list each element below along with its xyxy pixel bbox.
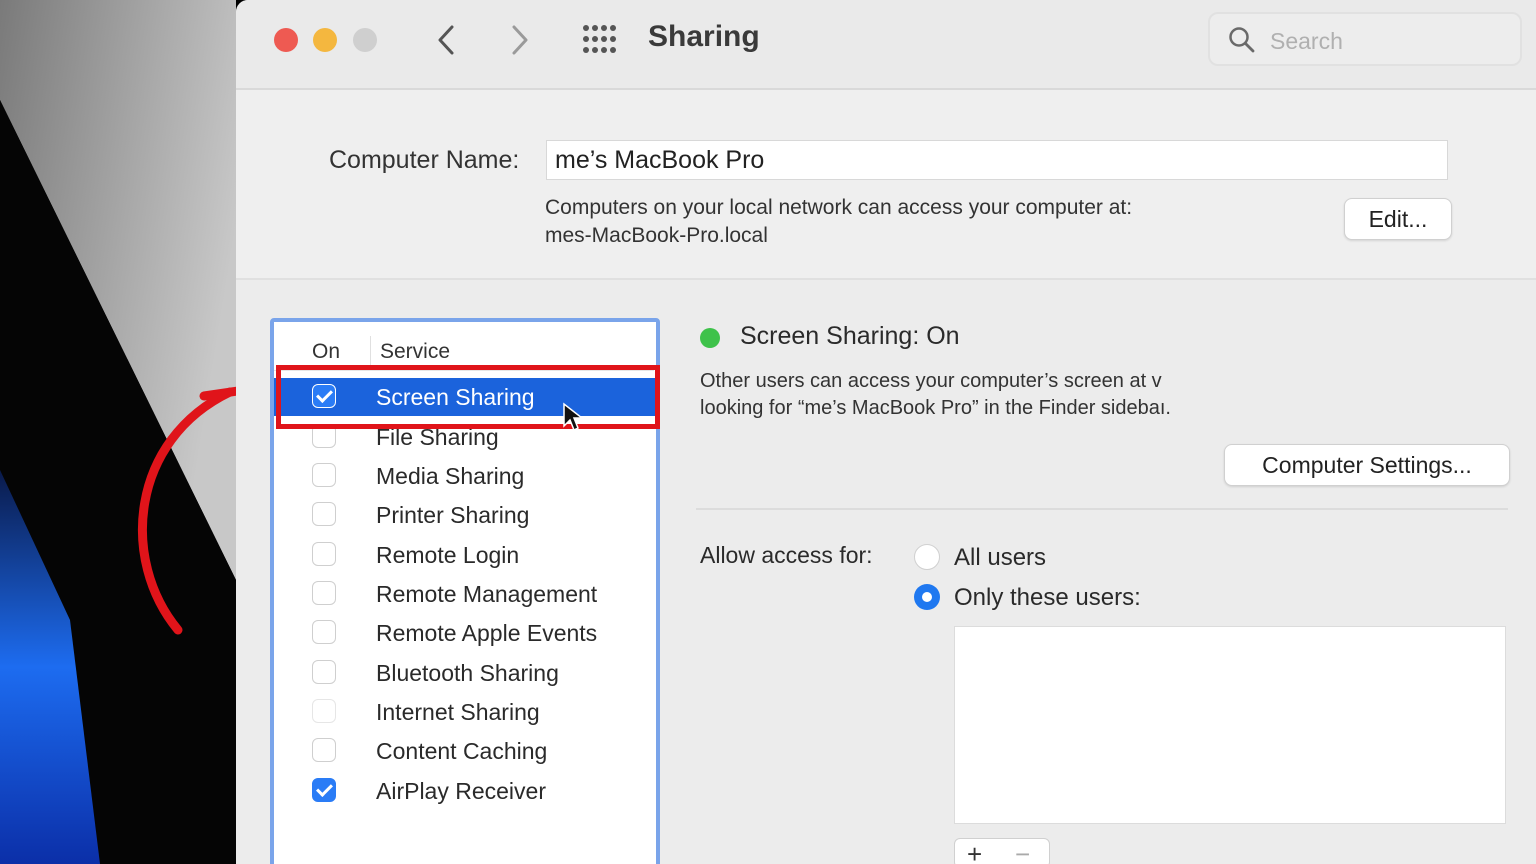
- remote-login-checkbox[interactable]: [312, 542, 336, 566]
- content-caching-checkbox[interactable]: [312, 738, 336, 762]
- search-field[interactable]: [1208, 12, 1522, 66]
- column-separator: [370, 336, 371, 368]
- service-row-internet-sharing[interactable]: Internet Sharing: [274, 693, 656, 731]
- computer-name-description: Computers on your local network can acce…: [545, 194, 1132, 250]
- service-row-content-caching[interactable]: Content Caching: [274, 732, 656, 770]
- media-sharing-checkbox[interactable]: [312, 463, 336, 487]
- printer-sharing-checkbox[interactable]: [312, 502, 336, 526]
- user-list-controls: + −: [954, 838, 1050, 864]
- all-users-radio[interactable]: [914, 544, 940, 570]
- window-title: Sharing: [648, 20, 760, 53]
- service-row-remote-apple-events[interactable]: Remote Apple Events: [274, 614, 656, 652]
- status-description-line-2: looking for “me’s MacBook Pro” in the Fi…: [700, 397, 1171, 419]
- service-row-remote-management[interactable]: Remote Management: [274, 575, 656, 613]
- remote-apple-events-checkbox[interactable]: [312, 620, 336, 644]
- service-label: Bluetooth Sharing: [376, 660, 559, 686]
- remove-user-button[interactable]: −: [1015, 839, 1030, 864]
- column-header-on[interactable]: On: [312, 340, 340, 364]
- annotation-highlight-box: [276, 365, 660, 429]
- mouse-cursor-icon: [563, 402, 584, 432]
- column-header-service[interactable]: Service: [380, 340, 450, 364]
- network-access-text: Computers on your local network can acce…: [545, 196, 1133, 219]
- service-label: Media Sharing: [376, 463, 525, 489]
- service-label: Remote Login: [376, 542, 520, 568]
- service-status-description: Other users can access your computer’s s…: [700, 368, 1260, 422]
- service-row-remote-login[interactable]: Remote Login: [274, 536, 656, 574]
- chevron-left-icon: [438, 25, 454, 55]
- all-users-label[interactable]: All users: [954, 544, 1046, 572]
- service-label: AirPlay Receiver: [376, 778, 546, 804]
- service-label: Printer Sharing: [376, 502, 530, 528]
- status-indicator-dot: [700, 328, 720, 348]
- computer-name-section: Computer Name: Computers on your local n…: [236, 90, 1536, 280]
- close-window-button[interactable]: [274, 28, 298, 52]
- service-label: Remote Management: [376, 581, 598, 607]
- bluetooth-sharing-checkbox[interactable]: [312, 660, 336, 684]
- computer-settings-button[interactable]: Computer Settings...: [1224, 444, 1510, 486]
- status-description-line-1: Other users can access your computer’s s…: [700, 370, 1162, 392]
- zoom-window-button[interactable]: [353, 28, 377, 52]
- service-label: Remote Apple Events: [376, 620, 598, 646]
- internet-sharing-checkbox[interactable]: [312, 699, 336, 723]
- edit-hostname-button[interactable]: Edit...: [1344, 198, 1452, 240]
- computer-name-label: Computer Name:: [329, 146, 520, 174]
- desktop-background: [0, 0, 236, 864]
- service-label: Internet Sharing: [376, 699, 540, 725]
- only-these-users-label[interactable]: Only these users:: [954, 584, 1141, 612]
- computer-name-field[interactable]: [546, 140, 1448, 180]
- forward-button[interactable]: [502, 20, 538, 60]
- allow-access-label: Allow access for:: [700, 542, 873, 568]
- annotation-arrow-icon: [137, 386, 236, 635]
- local-hostname: mes-MacBook-Pro.local: [545, 224, 768, 247]
- only-these-users-radio[interactable]: [914, 584, 940, 610]
- add-user-button[interactable]: +: [967, 839, 982, 864]
- service-label: Content Caching: [376, 738, 548, 764]
- service-detail-pane: Screen Sharing: On Other users can acces…: [696, 318, 1516, 864]
- title-bar: Sharing: [236, 0, 1536, 90]
- service-row-airplay-receiver[interactable]: AirPlay Receiver: [274, 772, 656, 810]
- service-row-bluetooth-sharing[interactable]: Bluetooth Sharing: [274, 654, 656, 692]
- minimize-window-button[interactable]: [313, 28, 337, 52]
- show-all-grid-icon[interactable]: [582, 24, 618, 54]
- section-divider: [696, 508, 1508, 510]
- back-button[interactable]: [428, 20, 464, 60]
- search-input[interactable]: [1268, 24, 1502, 58]
- service-row-printer-sharing[interactable]: Printer Sharing: [274, 496, 656, 534]
- remote-management-checkbox[interactable]: [312, 581, 336, 605]
- search-icon: [1229, 27, 1255, 53]
- service-status-title: Screen Sharing: On: [740, 322, 960, 350]
- chevron-right-icon: [512, 25, 528, 55]
- airplay-receiver-checkbox[interactable]: [312, 778, 336, 802]
- service-row-media-sharing[interactable]: Media Sharing: [274, 457, 656, 495]
- allowed-users-list[interactable]: [954, 626, 1506, 824]
- sharing-window: Sharing Computer Name: Computers on your…: [236, 0, 1536, 864]
